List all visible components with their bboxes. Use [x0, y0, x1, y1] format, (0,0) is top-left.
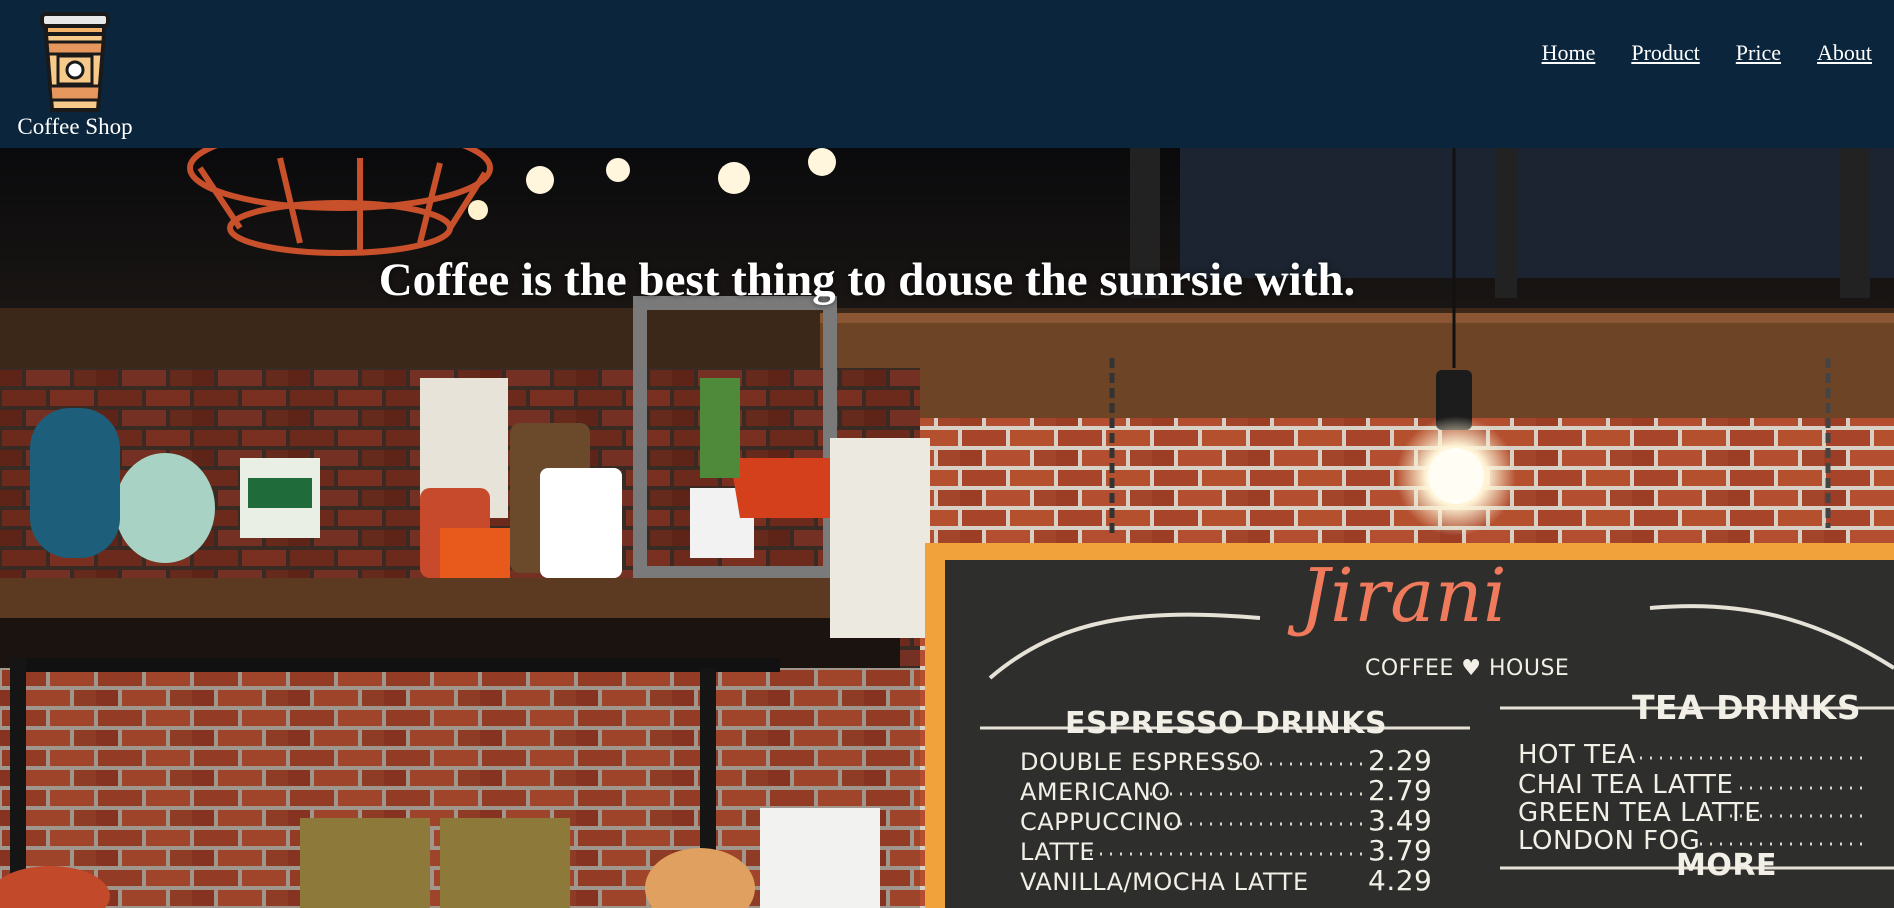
menu-subtitle: COFFEE ♥ HOUSE	[1365, 656, 1570, 681]
menu-item-price: 4.29	[1368, 864, 1433, 897]
hero-section: Jirani COFFEE ♥ HOUSE ESPRESSO DRINKS TE…	[0, 148, 1894, 908]
menu-espresso-heading: ESPRESSO DRINKS	[1065, 706, 1388, 741]
menu-item-name: AMERICANO	[1020, 778, 1171, 806]
menu-item-name: VANILLA/MOCHA LATTE	[1020, 868, 1309, 896]
menu-item-price: 3.79	[1368, 834, 1433, 867]
menu-item-name: GREEN TEA LATTE	[1518, 798, 1762, 828]
menu-item-price: 3.49	[1368, 804, 1433, 837]
hero-title: Coffee is the best thing to douse the su…	[0, 253, 1894, 307]
coffee-cup-icon	[40, 12, 110, 112]
menu-brand-script: Jirani	[1300, 553, 1508, 639]
menu-item-name: CAPPUCCINO	[1020, 808, 1183, 836]
nav-home-link[interactable]: Home	[1542, 40, 1596, 66]
brand-name: Coffee Shop	[17, 114, 133, 139]
menu-item-name: LONDON FOG	[1518, 826, 1701, 856]
nav-about-link[interactable]: About	[1817, 40, 1872, 66]
menu-item-price: 2.79	[1368, 774, 1433, 807]
menu-item-name: HOT TEA	[1518, 740, 1636, 770]
menu-item-name: CHAI TEA LATTE	[1518, 770, 1734, 800]
menu-item-price: 2.29	[1368, 744, 1433, 777]
menu-item-name: DOUBLE ESPRESSO	[1020, 748, 1262, 776]
menu-tea-heading: TEA DRINKS	[1632, 688, 1862, 727]
hero-title-text: Coffee is the best thing to douse the su…	[378, 254, 1356, 306]
nav-product-link[interactable]: Product	[1631, 40, 1699, 66]
nav-price-link[interactable]: Price	[1736, 40, 1781, 66]
navbar: Coffee Shop Home Product Price About	[0, 0, 1894, 148]
main-nav: Home Product Price About	[1542, 40, 1872, 66]
menu-item-name: LATTE	[1020, 838, 1096, 866]
brand[interactable]: Coffee Shop	[0, 0, 150, 148]
